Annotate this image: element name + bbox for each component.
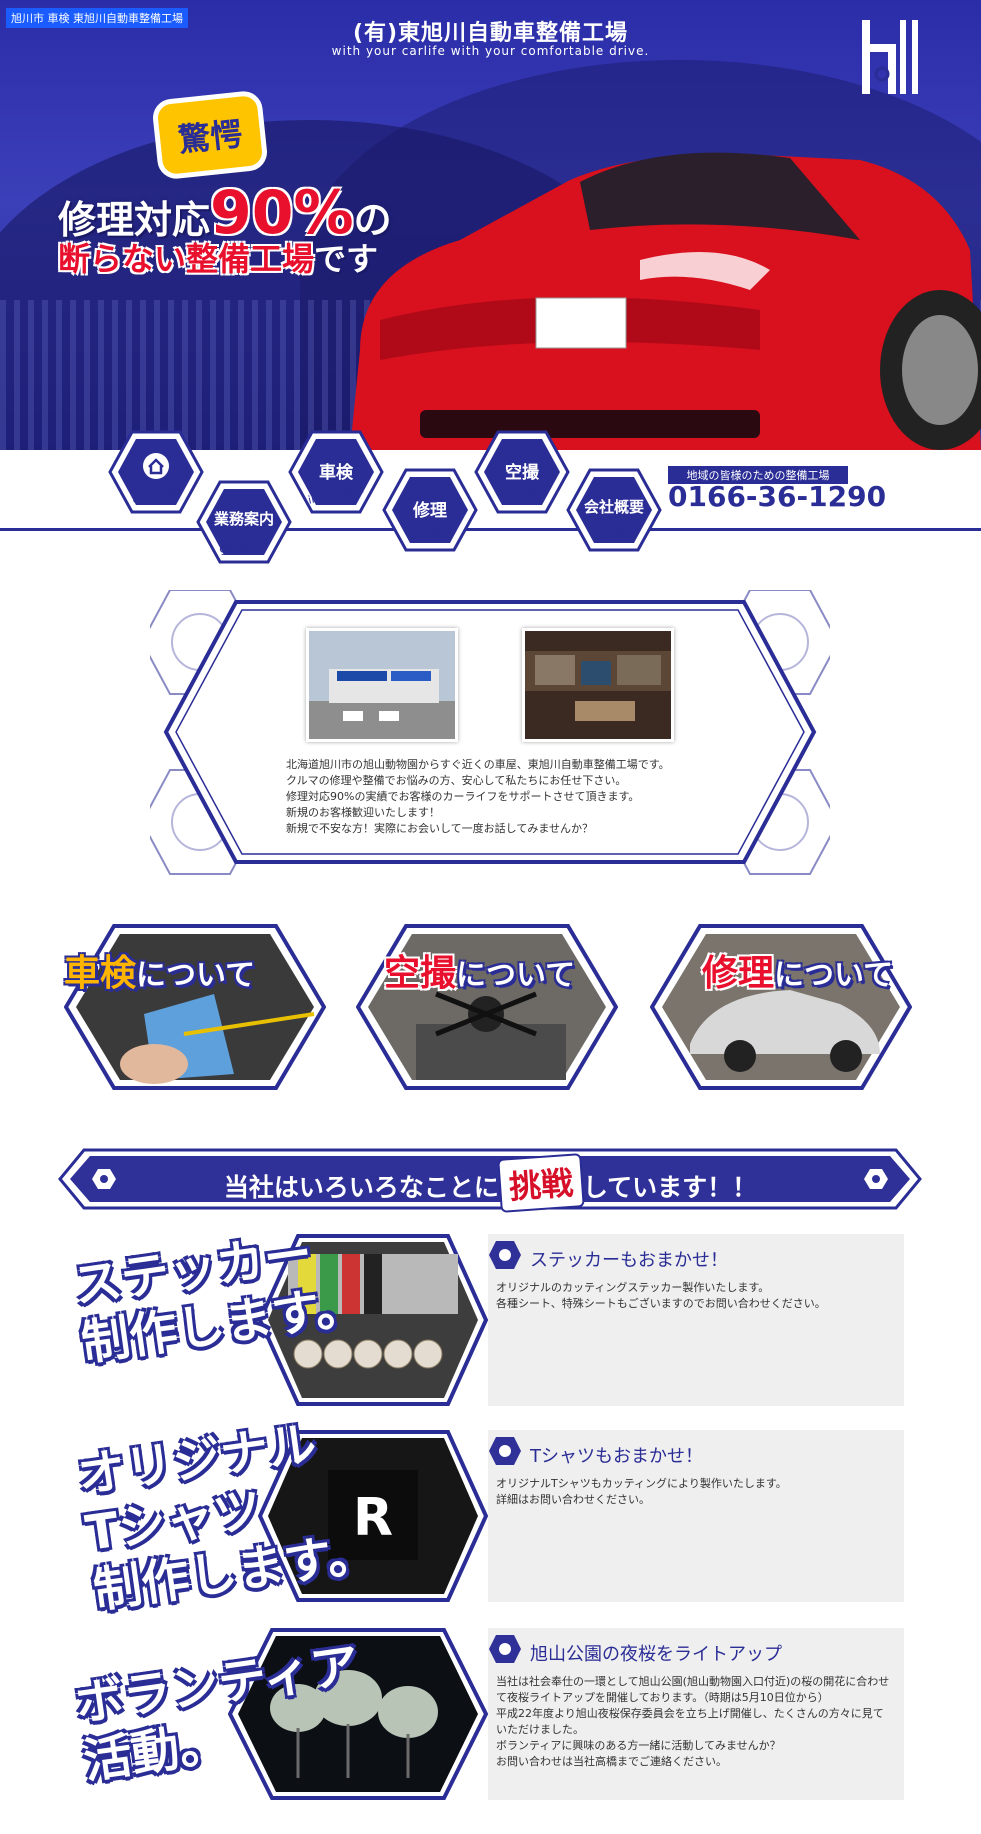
phone-number-link[interactable]: 0166-36-1290 xyxy=(668,480,886,513)
service-body-line: て夜桜ライトアップを開催しております。（時期は5月10日位から） xyxy=(496,1691,829,1704)
service-body-line: 平成22年度より旭山夜桜保存委員会を立ち上げ開催し、たくさんの方々に見て xyxy=(496,1707,884,1720)
intro-line: 修理対応90%の実績でお客様のカーライフをサポートさせて頂きます。 xyxy=(286,790,640,803)
hex-bullet-icon xyxy=(489,1241,521,1269)
nav-item-label: 修理 xyxy=(413,501,447,521)
site-tagline: with your carlife with your comfortable … xyxy=(331,44,650,58)
feature-label-rest: について xyxy=(456,958,576,993)
feature-label-hl: 車検 xyxy=(64,953,137,994)
site-title: (有)東旭川自動車整備工場 xyxy=(352,21,629,46)
shop-exterior-photo xyxy=(306,628,458,742)
feature-aerial-link[interactable]: 空撮について xyxy=(355,924,619,1090)
service-body-line: 詳細はお問い合わせください。 xyxy=(496,1493,650,1506)
intro-line: クルマの修理や整備でお悩みの方、安心して私たちにお任せ下さい。 xyxy=(286,774,627,787)
service-body: オリジナルTシャツもカッティングにより製作いたします。 詳細はお問い合わせくださ… xyxy=(496,1476,896,1508)
nav-repair[interactable]: 修理 repair xyxy=(382,468,478,552)
feature-label-hl: 修理 xyxy=(702,953,775,994)
nav-inspection[interactable]: 車検 inspection xyxy=(288,430,384,514)
service-title: ステッカーもおまかせ！ xyxy=(530,1250,728,1271)
nav-item-label: 車検 xyxy=(319,463,353,483)
hex-bullet-icon xyxy=(489,1635,521,1663)
feature-inspection-link[interactable]: 車検について xyxy=(63,924,327,1090)
hero-banner: 旭川市 車検 東旭川自動車整備工場 (有)東旭川自動車整備工場 with you… xyxy=(0,0,981,450)
nav-item-label: 空撮 xyxy=(505,463,539,483)
service-body-line: お問い合わせは当社高橋までご連絡ください。 xyxy=(496,1755,727,1768)
nav-item-label: 会社概要 xyxy=(583,498,644,516)
nav-aerial[interactable]: 空撮 aerial xyxy=(474,430,570,514)
banner-text-post: しています！！ xyxy=(582,1173,758,1202)
service-body-line: 各種シート、特殊シートもございますのでお問い合わせください。 xyxy=(496,1297,826,1310)
feature-label: 空撮について xyxy=(384,944,575,996)
intro-line: 新規で不安な方！実際にお会いして一度お話してみませんか？ xyxy=(286,822,594,835)
service-body-line: いただけました。 xyxy=(496,1723,584,1736)
home-icon xyxy=(143,453,169,479)
nav-guidance[interactable]: 業務案内 guidance xyxy=(196,480,292,564)
service-body: オリジナルのカッティングステッカー製作いたします。 各種シート、特殊シートもござ… xyxy=(496,1280,896,1312)
banner-highlight: 挑戦 xyxy=(497,1153,585,1213)
feature-label: 車検について xyxy=(64,944,255,996)
feature-repair-link[interactable]: 修理について xyxy=(649,924,913,1090)
service-body-line: 当社は社会奉仕の一環として旭山公園(旭山動物園入口付近)の桜の開花に合わせ xyxy=(496,1675,890,1688)
service-body-line: オリジナルTシャツもカッティングにより製作いたします。 xyxy=(496,1477,787,1490)
banner-text: 当社はいろいろなことに 挑戦 しています！！ xyxy=(0,1153,981,1213)
service-body: 当社は社会奉仕の一環として旭山公園(旭山動物園入口付近)の桜の開花に合わせ て夜… xyxy=(496,1674,896,1770)
nav-top-page[interactable]: top page xyxy=(108,430,204,514)
service-title: Tシャツもおまかせ！ xyxy=(530,1446,703,1467)
red-sports-car-image xyxy=(350,152,981,450)
feature-label-rest: について xyxy=(136,958,256,993)
hero-badge: 驚愕 xyxy=(156,94,264,176)
shop-interior-photo xyxy=(522,628,674,742)
feature-label-rest: について xyxy=(774,958,894,993)
banner-text-pre: 当社はいろいろなことに xyxy=(223,1173,499,1202)
hex-bullet-icon xyxy=(489,1437,521,1465)
nav-profile[interactable]: 会社概要 profile xyxy=(566,468,662,552)
nav-item-label: 業務案内 xyxy=(213,510,274,528)
intro-text: 北海道旭川市の旭山動物園からすぐ近くの車屋、東旭川自動車整備工場です。 クルマの… xyxy=(286,757,706,837)
hero-headline-2: 断らない整備工場です xyxy=(58,234,378,280)
service-body-line: オリジナルのカッティングステッカー製作いたします。 xyxy=(496,1281,770,1294)
service-title: 旭山公園の夜桜をライトアップ xyxy=(530,1644,782,1665)
feature-label: 修理について xyxy=(702,944,893,996)
company-logo-icon[interactable] xyxy=(858,18,922,96)
service-body-line: ボランティアに興味のある方一緒に活動してみませんか？ xyxy=(496,1739,781,1752)
intro-line: 新規のお客様歓迎いたします！ xyxy=(286,806,440,819)
intro-line: 北海道旭川市の旭山動物園からすぐ近くの車屋、東旭川自動車整備工場です。 xyxy=(286,758,670,771)
feature-label-hl: 空撮 xyxy=(384,953,457,994)
hero-text: 断らない整備工場 xyxy=(58,240,315,278)
